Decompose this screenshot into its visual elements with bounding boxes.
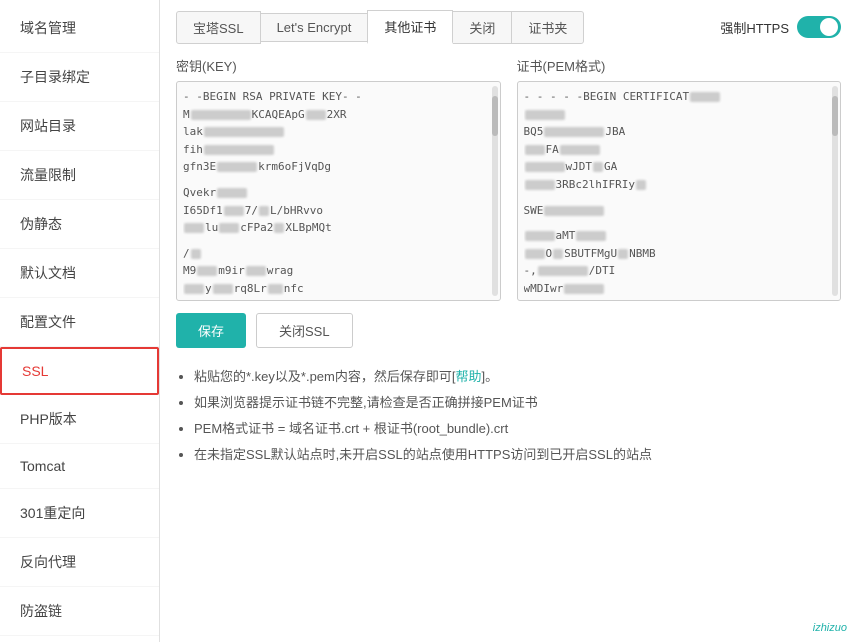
sidebar-item-php[interactable]: PHP版本 (0, 395, 159, 444)
main-content: 宝塔SSL Let's Encrypt 其他证书 关闭 证书夹 强制HTTPS … (160, 0, 857, 642)
tab-baota-ssl[interactable]: 宝塔SSL (176, 11, 261, 44)
sidebar-item-proxy[interactable]: 反向代理 (0, 538, 159, 587)
https-toggle-switch[interactable] (797, 16, 841, 38)
https-toggle-area: 强制HTTPS (720, 16, 841, 38)
instructions: 粘贴您的*.key以及*.pem内容，然后保存即可[帮助]。 如果浏览器提示证书… (176, 364, 841, 468)
cert-panel: 证书(PEM格式) - - - - -BEGIN CERTIFICAT BQ5J… (517, 56, 842, 301)
cert-scrollbar[interactable] (832, 86, 838, 296)
sidebar-item-webdir[interactable]: 网站目录 (0, 102, 159, 151)
cert-panels: 密钥(KEY) - -BEGIN RSA PRIVATE KEY- - MKCA… (176, 56, 841, 301)
key-textarea[interactable]: - -BEGIN RSA PRIVATE KEY- - MKCAQEApG2XR… (176, 81, 501, 301)
save-button[interactable]: 保存 (176, 313, 246, 348)
sidebar-item-ssl[interactable]: SSL (0, 347, 159, 395)
tab-other-cert[interactable]: 其他证书 (367, 10, 453, 44)
cert-textarea[interactable]: - - - - -BEGIN CERTIFICAT BQ5JBA FA wJDT… (517, 81, 842, 301)
instruction-3: PEM格式证书 = 域名证书.crt + 根证书(root_bundle).cr… (194, 416, 841, 442)
tab-lets-encrypt[interactable]: Let's Encrypt (260, 13, 369, 42)
close-ssl-button[interactable]: 关闭SSL (256, 313, 353, 348)
sidebar-item-rewrite[interactable]: 伪静态 (0, 200, 159, 249)
instruction-2: 如果浏览器提示证书链不完整,请检查是否正确拼接PEM证书 (194, 390, 841, 416)
watermark: izhizuo (813, 622, 847, 634)
instruction-1: 粘贴您的*.key以及*.pem内容，然后保存即可[帮助]。 (194, 364, 841, 390)
cert-panel-label: 证书(PEM格式) (517, 56, 842, 75)
tab-cert-folder[interactable]: 证书夹 (511, 11, 584, 44)
tab-row: 宝塔SSL Let's Encrypt 其他证书 关闭 证书夹 强制HTTPS (176, 10, 841, 44)
sidebar-item-tomcat[interactable]: Tomcat (0, 444, 159, 489)
sidebar-item-subdir[interactable]: 子目录绑定 (0, 53, 159, 102)
action-row: 保存 关闭SSL (176, 313, 841, 348)
key-panel-label: 密钥(KEY) (176, 56, 501, 75)
sidebar-item-traffic[interactable]: 流量限制 (0, 151, 159, 200)
watermark-text: izhizuo (813, 622, 847, 634)
key-panel: 密钥(KEY) - -BEGIN RSA PRIVATE KEY- - MKCA… (176, 56, 501, 301)
sidebar-item-301[interactable]: 301重定向 (0, 489, 159, 538)
sidebar-item-config[interactable]: 配置文件 (0, 298, 159, 347)
help-link[interactable]: 帮助 (455, 369, 481, 384)
instruction-4: 在未指定SSL默认站点时,未开启SSL的站点使用HTTPS访问到已开启SSL的站… (194, 442, 841, 468)
https-toggle-label: 强制HTTPS (720, 18, 789, 37)
sidebar-item-domain[interactable]: 域名管理 (0, 4, 159, 53)
sidebar-item-default-doc[interactable]: 默认文档 (0, 249, 159, 298)
key-scrollbar[interactable] (492, 86, 498, 296)
sidebar: 域名管理 子目录绑定 网站目录 流量限制 伪静态 默认文档 配置文件 SSL P… (0, 0, 160, 642)
sidebar-item-hotlink[interactable]: 防盗链 (0, 587, 159, 636)
tab-close[interactable]: 关闭 (452, 11, 512, 44)
